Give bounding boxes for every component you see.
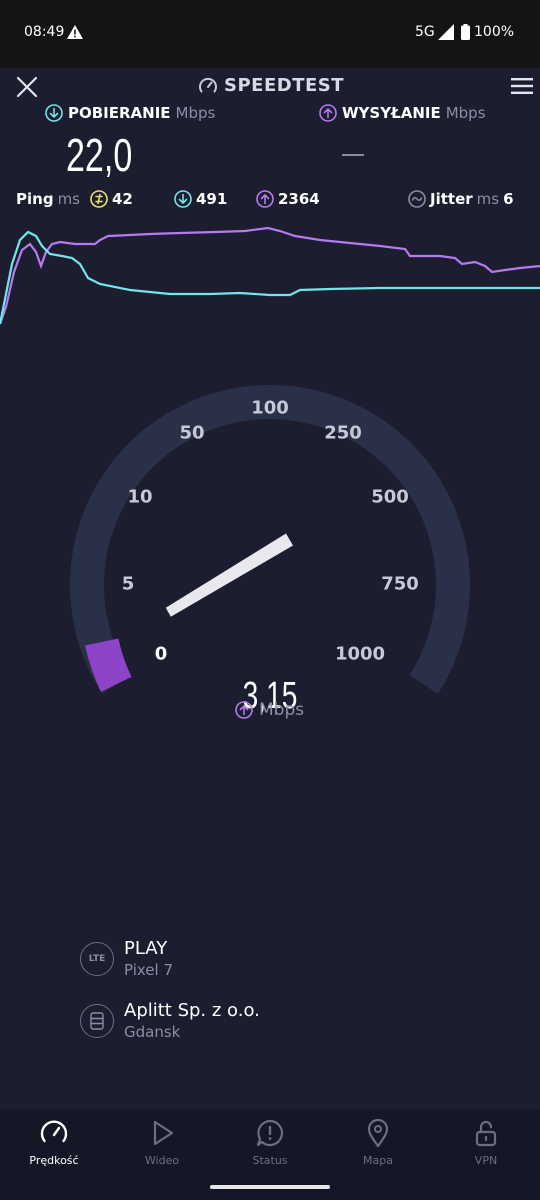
nav-map[interactable]: Mapa [328, 1118, 428, 1167]
status-time: 08:49 [24, 24, 65, 40]
latency-metrics: Ping ms 42 491 2364 Jitter ms 6 [16, 190, 526, 212]
upload-latency-icon [256, 190, 274, 208]
device-name: Pixel 7 [124, 961, 174, 979]
gauge-tick-10: 10 [127, 486, 153, 508]
top-bar: SPEEDTEST [0, 68, 540, 108]
map-pin-icon [367, 1118, 389, 1148]
speedtest-logo-icon [199, 77, 217, 92]
nav-status[interactable]: Status [220, 1118, 320, 1167]
app-title: SPEEDTEST [224, 75, 345, 96]
carrier-info[interactable]: LTE PLAY Pixel 7 [80, 938, 173, 979]
nav-video-label: Wideo [144, 1154, 180, 1167]
speed-history-graph [0, 226, 540, 325]
download-latency-icon [174, 190, 192, 208]
gauge-tick-750: 750 [381, 573, 419, 595]
menu-icon[interactable] [511, 76, 533, 96]
upload-arrow-icon [319, 104, 337, 122]
ping-upload-value: 2364 [278, 190, 320, 208]
jitter-unit: ms [476, 190, 500, 208]
alert-bubble-icon [256, 1119, 284, 1147]
upload-value-placeholder [342, 154, 364, 156]
server-info[interactable]: Aplitt Sp. z o.o. Gdansk [80, 1000, 260, 1041]
play-icon [153, 1120, 174, 1146]
ping-idle-value: 42 [112, 190, 133, 208]
gauge-tick-250: 250 [324, 422, 362, 444]
speedometer-icon [40, 1120, 68, 1143]
unlock-icon [475, 1120, 497, 1147]
idle-latency-icon [90, 190, 108, 208]
speed-gauge: 0 5 10 50 100 250 500 750 1000 3,15 Mbps [50, 345, 490, 745]
gauge-tick-100: 100 [251, 397, 289, 419]
nav-map-label: Mapa [363, 1154, 393, 1167]
nav-video[interactable]: Wideo [112, 1118, 212, 1167]
download-value: 22,0 [66, 129, 133, 181]
nav-status-label: Status [252, 1154, 288, 1167]
gauge-unit-label: Mbps [259, 700, 305, 720]
gauge-tick-5: 5 [121, 573, 135, 595]
network-type: 5G [415, 24, 435, 40]
upload-arrow-icon [235, 701, 253, 719]
gauge-track [70, 384, 470, 694]
lte-icon: LTE [80, 942, 114, 976]
brand: SPEEDTEST [198, 75, 344, 96]
upload-unit: Mbps [445, 104, 486, 122]
gauge-progress [85, 638, 132, 692]
upload-label: WYSYŁANIE [342, 104, 441, 122]
gauge-needle [165, 533, 293, 617]
jitter-value: 6 [503, 190, 514, 208]
carrier-name: PLAY [124, 938, 168, 959]
battery-icon [461, 24, 470, 40]
server-name: Aplitt Sp. z o.o. [124, 1000, 260, 1021]
gauge-tick-50: 50 [179, 422, 205, 444]
download-arrow-icon [45, 104, 63, 122]
signal-icon [438, 24, 454, 40]
download-unit: Mbps [175, 104, 216, 122]
server-icon [80, 1004, 114, 1038]
ping-upload-metric: 2364 [256, 190, 320, 208]
close-icon[interactable] [14, 74, 40, 100]
server-location: Gdansk [124, 1023, 181, 1041]
warning-icon [67, 25, 83, 39]
ping-label: Ping [16, 190, 54, 208]
server-text: Aplitt Sp. z o.o. Gdansk [124, 1000, 260, 1041]
jitter-metric: Jitter ms 6 [408, 190, 514, 208]
nav-speed[interactable]: Prędkość [4, 1118, 104, 1167]
jitter-label: Jitter [430, 190, 473, 208]
status-bar: 08:49 5G 100% [0, 0, 540, 68]
ping-metric: Ping ms 42 [16, 190, 133, 208]
jitter-icon [408, 190, 426, 208]
battery-level: 100% [474, 24, 515, 40]
upload-speed-line [0, 226, 540, 325]
nav-speed-label: Prędkość [29, 1154, 79, 1167]
download-header: POBIERANIE Mbps [45, 104, 215, 122]
nav-vpn[interactable]: VPN [436, 1118, 536, 1167]
current-speed-unit: Mbps [235, 700, 304, 720]
ping-download-value: 491 [196, 190, 228, 208]
download-speed-line [0, 230, 540, 325]
ping-unit: ms [57, 190, 80, 208]
gauge-tick-1000: 1000 [334, 643, 386, 665]
ping-download-metric: 491 [174, 190, 227, 208]
upload-header: WYSYŁANIE Mbps [319, 104, 486, 122]
gauge-tick-500: 500 [371, 486, 409, 508]
download-label: POBIERANIE [68, 104, 171, 122]
home-indicator[interactable] [210, 1185, 330, 1189]
gauge-tick-0: 0 [154, 643, 168, 665]
carrier-text: PLAY Pixel 7 [124, 938, 173, 979]
nav-vpn-label: VPN [474, 1154, 498, 1167]
